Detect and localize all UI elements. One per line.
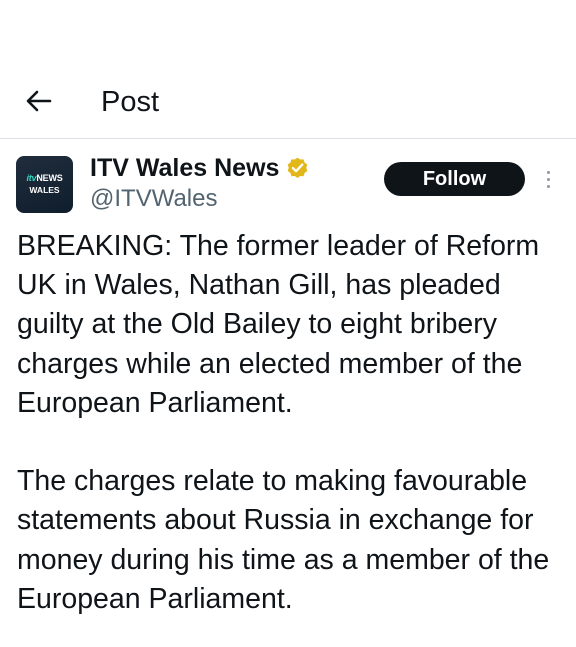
post-paragraph: BREAKING: The former leader of Reform UK… — [17, 230, 540, 419]
account-name[interactable]: ITV Wales News — [90, 154, 279, 183]
avatar-brand-itv: itv — [26, 173, 37, 183]
back-button[interactable] — [22, 84, 56, 118]
account-handle[interactable]: @ITVWales — [90, 184, 218, 214]
account-name-row: ITV Wales News — [90, 152, 310, 184]
post-text: BREAKING: The former leader of Reform UK… — [17, 227, 567, 619]
avatar[interactable]: itvNEWS WALES — [16, 156, 73, 213]
avatar-brand: itvNEWS — [26, 173, 62, 184]
more-dot — [546, 170, 550, 174]
verified-badge-icon[interactable] — [285, 156, 310, 181]
post-header: Post — [0, 0, 576, 138]
more-dot — [546, 184, 550, 188]
avatar-region: WALES — [29, 185, 60, 195]
more-vertical-icon[interactable] — [538, 166, 558, 192]
arrow-left-icon — [26, 90, 52, 112]
post-paragraph: The charges relate to making favourable … — [17, 465, 550, 615]
more-dot — [546, 177, 550, 181]
follow-button[interactable]: Follow — [384, 162, 525, 196]
avatar-brand-news: NEWS — [36, 173, 63, 183]
page-title: Post — [101, 86, 160, 118]
header-divider — [0, 138, 576, 139]
